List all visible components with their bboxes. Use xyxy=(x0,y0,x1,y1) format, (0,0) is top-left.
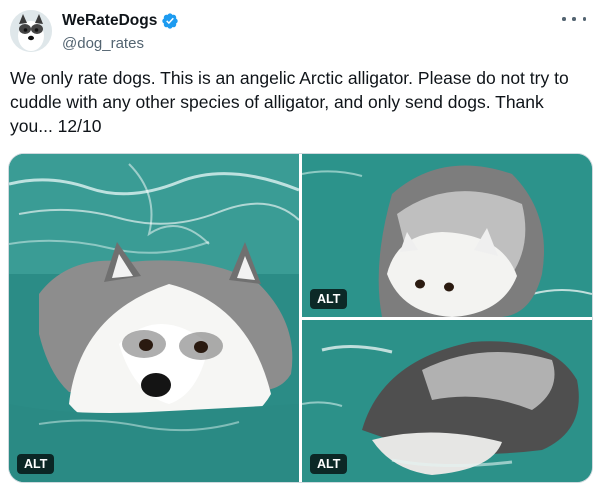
more-options-icon xyxy=(582,17,586,21)
avatar-dog-icon xyxy=(10,10,52,52)
more-options-icon xyxy=(562,17,566,21)
media-grid: ALT ALT ALT xyxy=(8,153,593,483)
author-display-name[interactable]: WeRateDogs xyxy=(62,12,157,30)
more-options-button[interactable] xyxy=(562,12,586,26)
alt-badge[interactable]: ALT xyxy=(310,289,348,309)
tweet-text: We only rate dogs. This is an angelic Ar… xyxy=(10,68,569,136)
photo-dog-swimming[interactable]: ALT xyxy=(9,154,299,482)
author-handle[interactable]: @dog_rates xyxy=(62,35,179,52)
photo-dog-head[interactable]: ALT xyxy=(302,154,592,317)
more-options-icon xyxy=(572,17,576,21)
alt-badge[interactable]: ALT xyxy=(310,454,348,474)
verified-badge-icon xyxy=(162,13,179,29)
photo-dog-back[interactable]: ALT xyxy=(302,320,592,482)
alt-badge[interactable]: ALT xyxy=(17,454,55,474)
tweet-header: WeRateDogs @dog_rates xyxy=(10,8,590,56)
avatar[interactable] xyxy=(10,10,52,52)
photo-image xyxy=(9,154,299,482)
